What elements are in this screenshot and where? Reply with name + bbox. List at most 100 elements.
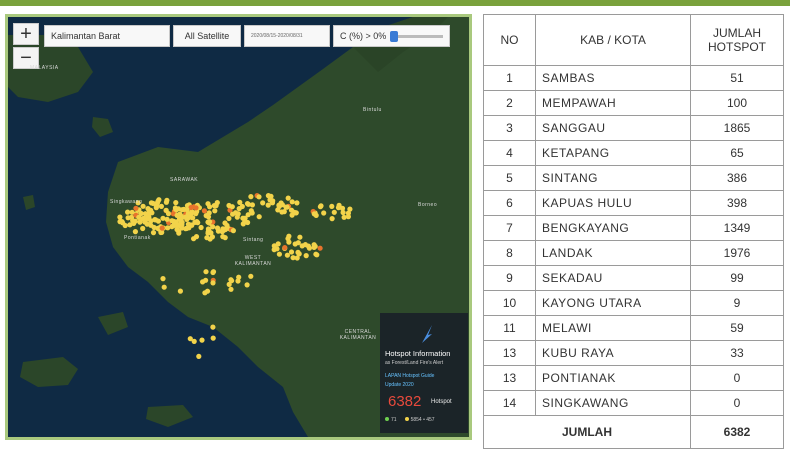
hotspot-dot: [260, 200, 266, 206]
hotspot-dot: [288, 249, 295, 255]
table-header-row: NO KAB / KOTA JUMLAH HOTSPOT: [483, 14, 784, 66]
hotspot-dot: [138, 210, 144, 217]
hotspot-dot: [160, 276, 166, 282]
cell-kab-kota: SANGGAU: [535, 115, 691, 141]
hotspot-dot: [140, 216, 146, 222]
hotspot-dot: [329, 216, 335, 222]
table-row: 9 SEKADAU 99: [483, 265, 784, 291]
update-link[interactable]: Update 2020: [385, 382, 414, 388]
hotspot-dot: [331, 209, 337, 215]
satellite-select[interactable]: All Satellite: [173, 25, 241, 47]
cell-jumlah: 1865: [690, 115, 784, 141]
hotspot-dot: [177, 288, 183, 294]
hotspot-dot: [230, 211, 236, 217]
info-subtitle: as Forest/Land Fire's Alert: [385, 360, 444, 366]
table-row: 8 LANDAK 1976: [483, 240, 784, 266]
hotspot-dot: [193, 205, 199, 211]
hotspot-dot: [347, 206, 353, 212]
cell-jumlah: 9: [690, 290, 784, 316]
hotspot-dot: [212, 208, 218, 214]
total-value: 6382: [690, 415, 784, 449]
region-select[interactable]: Kalimantan Barat: [44, 25, 170, 47]
hotspot-dot: [284, 252, 290, 258]
hotspot-dot: [294, 255, 300, 261]
cell-no: 5: [483, 165, 536, 191]
confidence-slider[interactable]: [390, 30, 443, 42]
hotspot-dot: [203, 277, 209, 283]
hotspot-dot: [340, 209, 346, 216]
hotspot-dot: [229, 204, 235, 210]
hotspot-count: 6382: [388, 393, 422, 410]
confidence-filter[interactable]: C (%) > 0%: [333, 25, 450, 47]
map-toolbar: Kalimantan Barat All Satellite 2020/08/1…: [44, 25, 450, 47]
hotspot-dot: [125, 209, 131, 215]
label-west-kalimantan: WEST KALIMANTAN: [234, 255, 272, 267]
confidence-slider-handle[interactable]: [390, 30, 399, 42]
cell-no: 13: [483, 340, 536, 366]
hotspot-dot: [156, 197, 162, 203]
hotspot-dot: [226, 281, 232, 287]
confidence-legend: 71 5854 • 457: [385, 417, 435, 423]
hotspot-dot: [201, 208, 207, 214]
hotspot-dot: [271, 243, 277, 249]
zoom-in-button[interactable]: +: [13, 23, 39, 45]
hotspot-dot: [133, 205, 139, 211]
label-singkawang: Singkawang: [110, 199, 143, 205]
table-row: 4 KETAPANG 65: [483, 140, 784, 166]
cell-jumlah: 1976: [690, 240, 784, 266]
hotspot-dot: [288, 207, 295, 213]
info-title: Hotspot Information: [385, 349, 451, 358]
hotspot-dot: [159, 225, 165, 231]
hotspot-guide-link[interactable]: LAPAN Hotspot Guide: [385, 373, 434, 379]
table-body: 1 SAMBAS 51 2 MEMPAWAH 100 3 SANGGAU 1865 4 KETAPA…: [483, 65, 784, 416]
date-range-field[interactable]: 2020/08/15-2020/08/31: [244, 25, 330, 47]
label-malaysia: MALAYSIA: [30, 65, 59, 71]
total-label: JUMLAH: [483, 415, 691, 449]
hotspot-dot: [236, 274, 242, 280]
hotspot-dot: [213, 203, 219, 209]
legend-low: 71: [385, 417, 397, 423]
cell-jumlah: 59: [690, 315, 784, 341]
hotspot-dot: [222, 220, 228, 226]
header-jumlah-hotspot: JUMLAH HOTSPOT: [690, 14, 784, 66]
hotspot-dot: [295, 249, 301, 255]
hotspot-dot: [169, 224, 175, 230]
hotspot-dot: [117, 214, 123, 220]
hotspot-dot: [249, 202, 255, 208]
hotspot-dot: [196, 353, 202, 359]
hotspot-dot: [228, 286, 234, 292]
cell-no: 1: [483, 65, 536, 91]
hotspot-map[interactable]: + − Kalimantan Barat All Satellite 2020/…: [5, 14, 472, 440]
hotspot-dot: [282, 245, 288, 251]
table-row: 13 PONTIANAK 0: [483, 365, 784, 391]
hotspot-dot: [155, 218, 161, 224]
hotspot-dot: [148, 207, 154, 213]
hotspot-dot: [179, 222, 185, 228]
hotspot-dot: [140, 225, 146, 232]
hotspot-dot: [210, 224, 216, 230]
table-row: 14 SINGKAWANG 0: [483, 390, 784, 416]
table-row: 1 SAMBAS 51: [483, 65, 784, 91]
top-accent-bar: [0, 0, 790, 6]
hotspot-dot: [314, 252, 320, 258]
hotspot-dot: [239, 203, 245, 210]
hotspot-dot: [173, 219, 179, 225]
cell-no: 8: [483, 240, 536, 266]
hotspot-dot: [209, 234, 215, 240]
table-row: 5 SINTANG 386: [483, 165, 784, 191]
hotspot-dot: [187, 336, 193, 342]
hotspot-dot: [210, 269, 217, 275]
cell-no: 9: [483, 265, 536, 291]
hotspot-dot: [248, 194, 254, 200]
hotspot-dot: [122, 222, 128, 229]
table-row: 7 BENGKAYANG 1349: [483, 215, 784, 241]
hotspot-dot: [311, 211, 317, 217]
label-sarawak: SARAWAK: [170, 177, 199, 183]
hotspot-dot: [256, 194, 262, 200]
hotspot-count-label: Hotspot: [431, 399, 452, 405]
cell-jumlah: 1349: [690, 215, 784, 241]
hotspot-dot: [284, 204, 290, 210]
cell-jumlah: 0: [690, 365, 784, 391]
cell-kab-kota: SAMBAS: [535, 65, 691, 91]
cell-kab-kota: SEKADAU: [535, 265, 691, 291]
